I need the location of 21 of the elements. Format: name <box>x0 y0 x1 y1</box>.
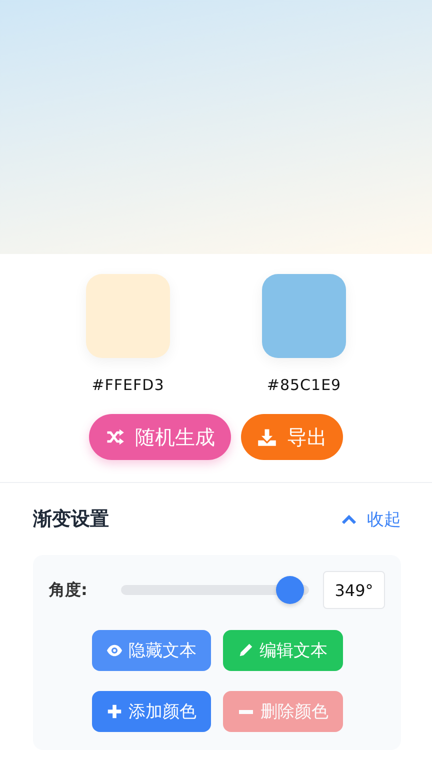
angle-slider[interactable] <box>121 576 309 604</box>
slider-thumb[interactable] <box>276 576 304 604</box>
eye-icon <box>106 642 122 659</box>
export-button[interactable]: 导出 <box>241 414 343 460</box>
collapse-button[interactable]: 收起 <box>341 508 401 530</box>
section-title: 渐变设置 <box>33 507 109 532</box>
angle-label: 角度: <box>49 580 88 600</box>
color-swatch[interactable] <box>262 274 346 358</box>
random-button[interactable]: 随机生成 <box>89 414 231 460</box>
edit-text-button[interactable]: 编辑文本 <box>222 630 342 671</box>
color-swatch[interactable] <box>86 274 170 358</box>
add-color-button[interactable]: 添加颜色 <box>92 691 210 732</box>
minus-icon <box>238 710 252 714</box>
chevron-icon <box>341 513 357 525</box>
shuffle-icon <box>105 427 125 447</box>
angle-input[interactable]: 349° <box>323 571 385 609</box>
color-code: #FFEFD3 <box>92 376 164 394</box>
plus-icon <box>106 703 122 720</box>
hide-text-button[interactable]: 隐藏文本 <box>92 630 210 671</box>
color-code: #85C1E9 <box>266 376 342 394</box>
download-icon <box>257 427 277 447</box>
